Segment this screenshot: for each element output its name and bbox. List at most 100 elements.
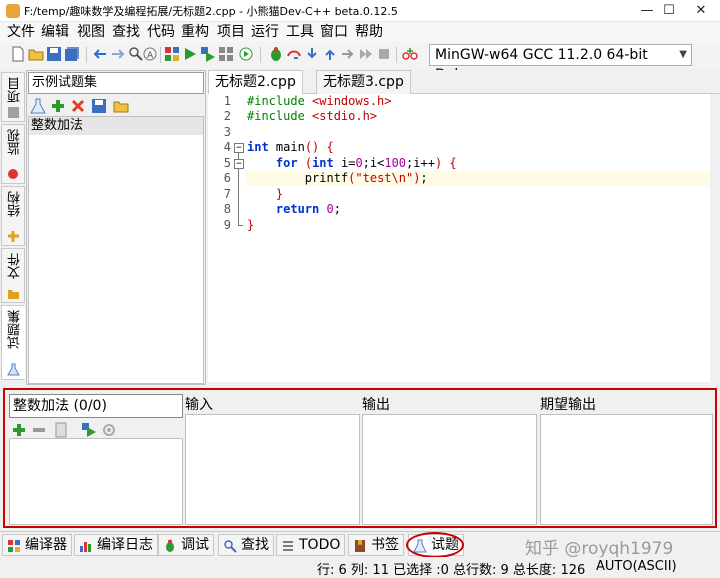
tab-compile-log[interactable]: 编译日志 [74, 534, 158, 556]
toolbar-separator [160, 47, 161, 63]
tab-debug-label: 调试 [181, 537, 209, 553]
testcase-list [9, 438, 183, 525]
undo-icon[interactable] [92, 46, 108, 62]
menu-search[interactable]: 查找 [109, 23, 143, 41]
code-line[interactable]: #include <windows.h> [247, 94, 392, 109]
project-icon [8, 107, 19, 118]
menu-project[interactable]: 项目 [214, 23, 248, 41]
input-textarea[interactable] [185, 414, 360, 525]
compile-run-icon[interactable] [200, 46, 216, 62]
continue-icon[interactable] [358, 46, 374, 62]
tab-compiler-label: 编译器 [25, 537, 67, 553]
tab-problemset[interactable]: 试题集 [1, 305, 25, 380]
tab-project[interactable]: 项目 [1, 72, 25, 122]
close-button[interactable]: ✕ [682, 0, 720, 22]
tab-project-label: 项目 [8, 77, 23, 103]
app-icon [6, 4, 20, 18]
run-icon[interactable] [182, 46, 198, 62]
menu-refactor[interactable]: 重构 [178, 23, 212, 41]
problemset-flask-icon[interactable] [30, 98, 46, 114]
code-token: #include [247, 94, 313, 108]
code-line[interactable]: } [247, 187, 283, 202]
testcase-props-icon[interactable] [53, 422, 69, 438]
menu-code[interactable]: 代码 [144, 23, 178, 41]
step-into-icon[interactable] [304, 46, 320, 62]
list-item[interactable]: 整数加法 [29, 117, 203, 135]
test-run-icon[interactable] [238, 46, 254, 62]
code-token: i= [333, 156, 356, 170]
tab-compiler[interactable]: 编译器 [2, 534, 72, 556]
code-line[interactable]: printf("test\n"); [247, 171, 428, 186]
add-testcase-icon[interactable] [11, 422, 27, 438]
editor-scrollbar[interactable] [710, 94, 720, 382]
open-problemset-icon[interactable] [113, 98, 129, 114]
save-problemset-icon[interactable] [91, 98, 107, 114]
output-textarea[interactable] [362, 414, 537, 525]
menu-file[interactable]: 文件 [4, 23, 38, 41]
menu-window[interactable]: 窗口 [317, 23, 351, 41]
tab-compile-log-label: 编译日志 [97, 537, 153, 553]
new-file-icon[interactable] [10, 46, 26, 62]
problemset-title-field[interactable]: 示例试题集 [28, 72, 204, 94]
open-file-icon[interactable] [28, 46, 44, 62]
tab-bookmarks[interactable]: 书签 [348, 534, 404, 556]
fold-toggle-icon[interactable]: − [234, 143, 244, 153]
fold-line [238, 153, 239, 159]
tab-untitled3[interactable]: 无标题3.cpp [316, 70, 411, 94]
settings-gear-icon[interactable] [101, 422, 117, 438]
tab-todo-label: TODO [299, 537, 341, 553]
tab-todo[interactable]: TODO [276, 534, 346, 556]
tab-watch-label: 监视 [8, 129, 23, 155]
expected-output-textarea[interactable] [540, 414, 713, 525]
code-line[interactable]: } [247, 218, 254, 233]
fold-toggle-icon[interactable]: − [234, 159, 244, 169]
tab-debug[interactable]: 调试 [158, 534, 214, 556]
menu-help[interactable]: 帮助 [352, 23, 386, 41]
redo-icon[interactable] [110, 46, 126, 62]
menu-bar: 文件 编辑 视图 查找 代码 重构 项目 运行 工具 窗口 帮助 [0, 22, 720, 42]
menu-run[interactable]: 运行 [248, 23, 282, 41]
add-watch-icon[interactable] [402, 46, 418, 62]
stop-icon[interactable] [376, 46, 392, 62]
save-all-icon[interactable] [64, 46, 80, 62]
menu-view[interactable]: 视图 [74, 23, 108, 41]
tab-search[interactable]: 查找 [218, 534, 274, 556]
compiler-select[interactable]: MinGW-w64 GCC 11.2.0 64-bit Debug ▼ [429, 44, 692, 83]
tab-untitled2[interactable]: 无标题2.cpp [208, 70, 303, 94]
toolbar-separator [86, 47, 87, 63]
code-editor[interactable]: 1 2 3 4 5 6 7 8 9 − − #include <windows.… [208, 94, 720, 382]
rebuild-icon[interactable] [218, 46, 234, 62]
code-line[interactable]: int main() { [247, 140, 334, 155]
save-icon[interactable] [46, 46, 62, 62]
debug-icon[interactable] [268, 46, 284, 62]
menu-edit[interactable]: 编辑 [38, 23, 72, 41]
search-icon [224, 540, 237, 553]
code-token: } [275, 187, 284, 201]
step-out-icon[interactable] [322, 46, 338, 62]
tab-structure[interactable]: 结构 [1, 186, 25, 246]
code-token: ( [304, 156, 313, 170]
todo-icon [283, 541, 293, 551]
code-line[interactable]: for (int i=0;i<100;i++) { [247, 156, 457, 171]
menu-tools[interactable]: 工具 [283, 23, 317, 41]
remove-testcase-icon[interactable] [31, 422, 47, 438]
tab-watch[interactable]: 监视 [1, 124, 25, 184]
window-title: F:/temp/趣味数学及编程拓展/无标题2.cpp - 小熊猫Dev-C++ … [24, 5, 398, 18]
step-over-icon[interactable] [286, 46, 302, 62]
compile-icon[interactable] [164, 46, 180, 62]
replace-icon[interactable]: A [142, 46, 158, 62]
line-number: 5 [223, 156, 231, 170]
code-line[interactable]: return 0; [247, 202, 341, 217]
tab-files[interactable]: 文件 [1, 248, 25, 303]
code-token: int [312, 156, 334, 170]
code-line[interactable]: #include <stdio.h> [247, 109, 377, 124]
testcase-panel: 整数加法 (0/0) 输入 输出 期望输出 [3, 388, 717, 528]
remove-problem-icon[interactable] [70, 98, 86, 114]
run-testcase-icon[interactable] [81, 422, 97, 438]
code-token: } [247, 218, 255, 232]
run-to-cursor-icon[interactable] [340, 46, 356, 62]
compiler-icon [8, 540, 20, 552]
add-problem-icon[interactable] [50, 98, 66, 114]
